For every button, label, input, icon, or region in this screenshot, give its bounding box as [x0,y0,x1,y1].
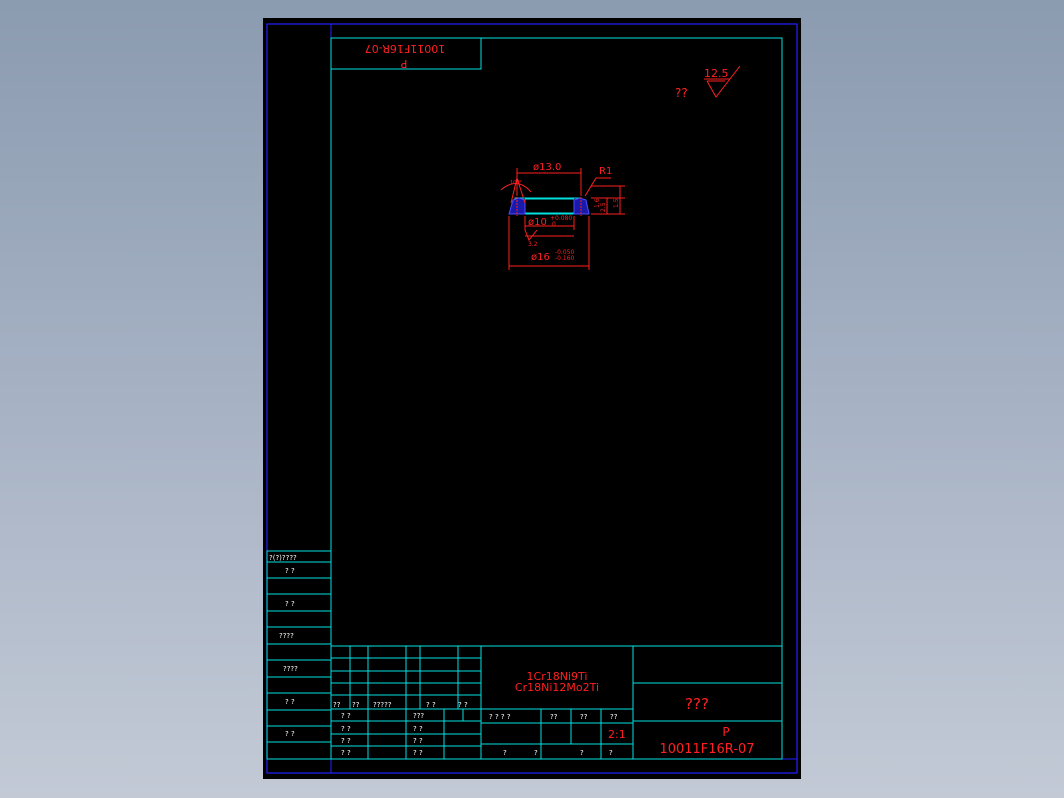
upside-stamp: P 10011F16R-07 [330,37,482,70]
bottom-labels: ? ? ? ? [503,749,613,757]
param-header: ?? [610,713,618,721]
sig-header-cell: ? ? [458,701,468,709]
surface-finish-value: 12.5 [704,67,729,80]
sig-header-cell: ????? [373,701,392,709]
sig-row-right: ? ? [413,749,423,757]
surface-finish-symbol: 12.5 ?? [675,65,741,100]
outer-frame [266,23,798,774]
dim-h25: 2.5 [600,202,607,212]
dim-h15: 1.5 [613,198,620,208]
dim-d10: ø10 [528,217,547,228]
material-line2: Cr18Ni12Mo2Ti [515,681,599,694]
sig-row-left: ? ? [341,712,351,720]
left-strip-row: ???? [279,632,294,640]
drawing-code-prefix: P [722,725,729,739]
dimensions: ø13.0 R1 ø10 +0.080 0 3.2 ø16 -0.050 -0.… [508,162,625,270]
sig-header-cell: ?? [352,701,360,709]
bottom-label: ? [580,749,584,757]
left-strip-row: ? ? [285,698,295,706]
dim-angle: 100° [510,180,523,186]
part-name: ??? [685,695,709,713]
sig-row-left: ? ? [341,749,351,757]
drawing-sheet: P 10011F16R-07 12.5 ?? ø13.0 R1 ø10 +0.0… [263,18,801,779]
stamp-line2: 10011F16R-07 [365,42,445,55]
stamp-line1: P [400,57,407,70]
dim-h16: 1.6 [594,198,601,208]
sig-row-right: ? ? [413,737,423,745]
sig-row-left: ? ? [341,737,351,745]
dim-d16: ø16 [531,252,550,263]
left-strip-row: ? ? [285,567,295,575]
scale-value: 2:1 [608,728,626,741]
left-strip-row: ? ? [285,730,295,738]
dim-roughness-small: 3.2 [528,241,538,248]
dim-d16-tol-lower: -0.160 [555,255,575,262]
bottom-label: ? [503,749,507,757]
cad-drawing: P 10011F16R-07 12.5 ?? ø13.0 R1 ø10 +0.0… [266,23,798,774]
sig-header-cell: ?? [333,701,341,709]
left-strip-table [266,550,332,760]
param-headers: ? ? ? ? ?? ?? ?? [489,713,618,721]
material-cell: 1Cr18Ni9Ti Cr18Ni12Mo2Ti [515,670,599,694]
sig-row-right: ??? [413,712,424,720]
drawing-code: 10011F16R-07 [659,742,754,757]
dim-d10-tol-lower: 0 [552,221,556,228]
bottom-label: ? [609,749,613,757]
sig-header: ?? ?? ????? ? ? ? ? [333,701,468,709]
sig-header-cell: ? ? [426,701,436,709]
param-header: ?? [580,713,588,721]
dim-d13: ø13.0 [533,162,561,173]
sig-row-left: ? ? [341,725,351,733]
dim-r1: R1 [599,166,612,177]
param-header: ?? [550,713,558,721]
left-strip-row: ?(?)???? [269,554,297,562]
surface-finish-remark: ?? [675,86,688,100]
sig-row-right: ? ? [413,725,423,733]
left-strip-row: ? ? [285,600,295,608]
bottom-label: ? [534,749,538,757]
drawing-frame [330,37,783,760]
left-strip-row: ???? [283,665,298,673]
param-header: ? ? ? ? [489,713,511,721]
